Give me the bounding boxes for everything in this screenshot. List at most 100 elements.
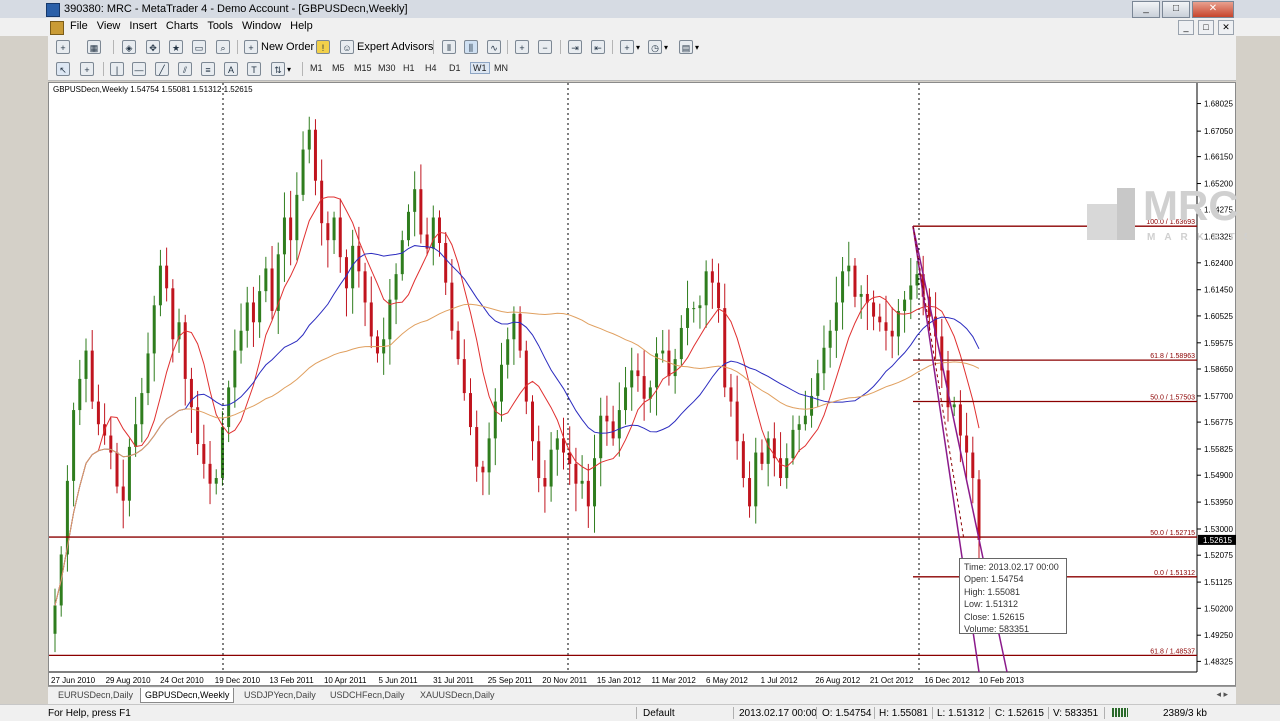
bar-chart-icon[interactable]: ⫴: [442, 40, 456, 54]
zoom-out-icon[interactable]: −: [538, 40, 552, 54]
crosshair-icon[interactable]: +: [80, 62, 94, 76]
app-icon: [46, 3, 60, 17]
horizontal-line-icon[interactable]: —: [132, 62, 146, 76]
tooltip-low: Low: 1.51312: [964, 599, 1019, 610]
mrc-logo-graphic: MRC MARKETS: [1087, 182, 1247, 243]
terminal-icon[interactable]: ▭: [192, 40, 206, 54]
candle-body: [72, 410, 76, 481]
profiles-icon[interactable]: ▦: [87, 40, 101, 54]
chart-area[interactable]: 1.68025 1.67050 1.66150 1.65200 1.64275 1.633…: [48, 82, 1247, 686]
time-tick-label: 10 Apr 2011: [324, 676, 367, 685]
candle-body: [586, 480, 590, 507]
candle-body: [958, 404, 962, 436]
periods-icon[interactable]: ◷: [648, 40, 662, 54]
minimize-button[interactable]: _: [1132, 1, 1160, 18]
menu-file[interactable]: File: [70, 20, 97, 32]
candle-body: [307, 129, 311, 150]
trendline-icon[interactable]: ╱: [155, 62, 169, 76]
candle-body: [363, 271, 367, 303]
price-tick-label: 1.66150: [1204, 153, 1233, 162]
candle-body: [673, 359, 677, 377]
candle-body: [834, 302, 838, 331]
mdi-close-button[interactable]: ✕: [1218, 20, 1234, 35]
tab-usdchf[interactable]: USDCHFecn,Daily: [330, 688, 405, 702]
menu-tools[interactable]: Tools: [207, 20, 242, 32]
price-tick-label: 1.52075: [1204, 551, 1233, 560]
tab-usdjpy[interactable]: USDJPYecn,Daily: [244, 688, 316, 702]
expert-advisors-button[interactable]: ☺ Expert Advisors: [340, 39, 433, 55]
candle-body: [642, 376, 646, 399]
candle-body: [134, 424, 138, 447]
tab-eurusd[interactable]: EURUSDecn,Daily: [58, 688, 133, 702]
candle-body: [165, 265, 169, 289]
candle-body: [400, 240, 404, 275]
zoom-in-icon[interactable]: +: [515, 40, 529, 54]
status-help: For Help, press F1: [48, 708, 131, 719]
candle-body: [78, 378, 82, 411]
vertical-line-icon[interactable]: |: [110, 62, 124, 76]
metaeditor-icon[interactable]: !: [316, 40, 330, 54]
window-title: 390380: MRC - MetaTrader 4 - Demo Accoun…: [64, 3, 408, 15]
menu-insert[interactable]: Insert: [129, 20, 166, 32]
candlestick-icon[interactable]: ⫼: [464, 40, 478, 54]
tf-d1[interactable]: D1: [449, 63, 461, 73]
chart-shift-icon[interactable]: ⇤: [591, 40, 605, 54]
tf-m30[interactable]: M30: [378, 63, 396, 73]
time-tick-label: 31 Jul 2011: [433, 676, 474, 685]
close-button[interactable]: ✕: [1192, 1, 1234, 18]
tf-m1[interactable]: M1: [310, 63, 323, 73]
text-icon[interactable]: A: [224, 62, 238, 76]
menu-view[interactable]: View: [97, 20, 130, 32]
menu-help[interactable]: Help: [290, 20, 322, 32]
market-watch-icon[interactable]: ◈: [122, 40, 136, 54]
maximize-button[interactable]: □: [1162, 1, 1190, 18]
candle-body: [375, 336, 379, 354]
new-chart-icon[interactable]: +: [56, 40, 70, 54]
line-chart-icon[interactable]: ∿: [487, 40, 501, 54]
templates-icon[interactable]: ▤: [679, 40, 693, 54]
mdi-restore-button[interactable]: □: [1198, 20, 1214, 35]
candle-body: [146, 353, 150, 394]
data-window-icon[interactable]: ✥: [146, 40, 160, 54]
candle-body: [481, 466, 485, 473]
channel-icon[interactable]: ⫽: [178, 62, 192, 76]
arrows-icon[interactable]: ⇅: [271, 62, 285, 76]
tf-h1[interactable]: H1: [403, 63, 415, 73]
navigator-icon[interactable]: ★: [169, 40, 183, 54]
tab-gbpusd[interactable]: GBPUSDecn,Weekly: [140, 688, 235, 703]
candle-body: [84, 350, 88, 379]
mdi-minimize-button[interactable]: _: [1178, 20, 1194, 35]
cursor-icon[interactable]: ↖: [56, 62, 70, 76]
candle-body: [227, 387, 231, 428]
candle-body: [338, 217, 342, 258]
tf-m15[interactable]: M15: [354, 63, 372, 73]
candle-body: [394, 274, 398, 300]
tf-m5[interactable]: M5: [332, 63, 345, 73]
ma-blue-line: [54, 245, 980, 606]
tab-xauusd[interactable]: XAUUSDecn,Daily: [420, 688, 495, 702]
tooltip-volume: Volume: 583351: [964, 624, 1030, 635]
candle-body: [264, 268, 268, 292]
status-bar: For Help, press F1 Default 2013.02.17 00…: [0, 704, 1280, 721]
price-tick-label: 1.51125: [1204, 578, 1233, 587]
autoscroll-icon[interactable]: ⇥: [568, 40, 582, 54]
price-tick-label: 1.67050: [1204, 127, 1233, 136]
time-tick-label: 25 Sep 2011: [488, 676, 533, 685]
menu-charts[interactable]: Charts: [166, 20, 207, 32]
tf-h4[interactable]: H4: [425, 63, 437, 73]
menu-window[interactable]: Window: [242, 20, 290, 32]
tf-w1[interactable]: W1: [470, 62, 490, 74]
tester-icon[interactable]: ⌕: [216, 40, 230, 54]
candle-body: [53, 605, 57, 634]
candle-body: [723, 308, 727, 388]
candle-body: [462, 359, 466, 394]
tab-scroll-arrows[interactable]: ◂ ▸: [1216, 689, 1228, 700]
candle-body: [760, 452, 764, 464]
tf-mn[interactable]: MN: [494, 63, 508, 73]
candle-body: [630, 370, 634, 388]
fibonacci-icon[interactable]: ≡: [201, 62, 215, 76]
new-order-button[interactable]: + New Order: [244, 39, 314, 55]
indicators-icon[interactable]: +: [620, 40, 634, 54]
text-label-icon[interactable]: T: [247, 62, 261, 76]
candle-body: [115, 452, 119, 487]
